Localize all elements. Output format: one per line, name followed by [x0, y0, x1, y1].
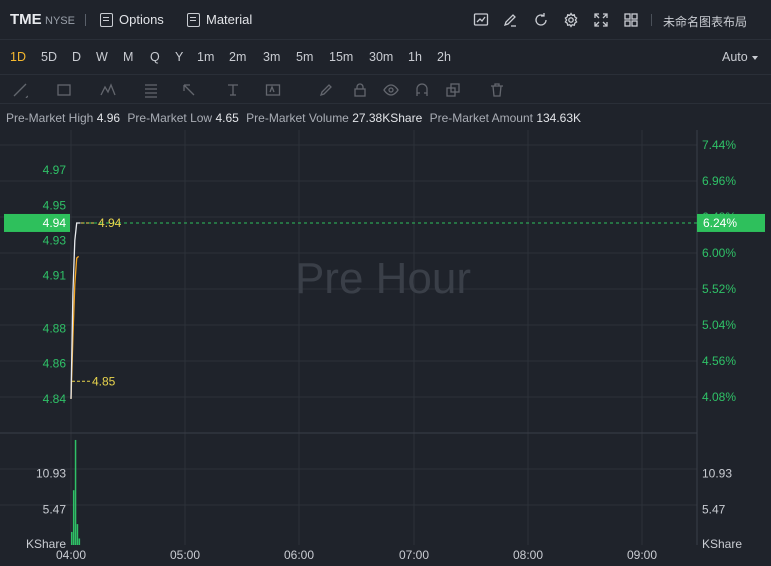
premarket-volume-label: Pre-Market Volume: [246, 111, 349, 125]
current-price-label: 4.94: [43, 216, 67, 230]
percent-tick-label: 5.04%: [702, 318, 736, 332]
premarket-high-value: 4.96: [96, 111, 121, 125]
price-tick-label: 4.97: [43, 163, 67, 177]
price-tick-label: 4.91: [43, 269, 67, 283]
timeframe-5d[interactable]: 5D: [41, 50, 57, 64]
price-tick-label: 4.95: [43, 198, 67, 212]
premarket-low-value: 4.65: [215, 111, 239, 125]
pencil-icon[interactable]: [318, 82, 334, 98]
chevron-down-icon: [751, 55, 758, 60]
auto-scale-dropdown[interactable]: Auto: [722, 50, 758, 64]
high-marker-label: 4.94: [98, 216, 122, 230]
chart-icon[interactable]: [473, 12, 489, 28]
timeframe-1m[interactable]: 1m: [197, 50, 214, 64]
current-percent-label: 6.24%: [703, 216, 737, 230]
layers-icon[interactable]: [445, 82, 461, 98]
volume-tick-label: 5.47: [43, 502, 67, 516]
percent-tick-label: 7.44%: [702, 138, 736, 152]
edit-icon[interactable]: [502, 12, 518, 28]
volume-tick-label: 10.93: [36, 467, 66, 481]
options-button[interactable]: Options: [100, 12, 164, 27]
volume-bar: [71, 531, 73, 545]
time-tick-label: 09:00: [627, 548, 657, 562]
options-icon: [100, 12, 113, 27]
text-tool-icon[interactable]: [265, 82, 281, 98]
timeframe-1h[interactable]: 1h: [408, 50, 422, 64]
fib-tool-icon[interactable]: [143, 82, 159, 98]
material-icon: [187, 12, 200, 27]
symbol-ticker[interactable]: TME: [10, 11, 42, 28]
watermark-text: Pre Hour: [295, 254, 471, 303]
material-button[interactable]: Material: [187, 12, 252, 27]
price-tick-label: 4.88: [43, 322, 67, 336]
premarket-amount-value: 134.63K: [536, 111, 582, 125]
layout-name-dropdown[interactable]: 未命名图表布局: [663, 13, 747, 30]
timeframe-y[interactable]: Y: [175, 50, 183, 64]
gear-icon[interactable]: [563, 12, 579, 28]
drawing-toolbar: [0, 74, 771, 104]
arrow-tool-icon[interactable]: [181, 82, 197, 98]
timeframe-3m[interactable]: 3m: [263, 50, 280, 64]
refresh-icon[interactable]: [533, 12, 549, 28]
line-tool-icon[interactable]: [12, 82, 29, 99]
eye-icon[interactable]: [383, 82, 399, 98]
chart-canvas[interactable]: Pre Hour 4.97 4.95 4.93 4.91 4.88 4.86 4.84 7.44…: [0, 130, 771, 566]
timeframe-w[interactable]: W: [96, 50, 108, 64]
percent-tick-label: 6.00%: [702, 246, 736, 260]
premarket-info: Pre-Market High 4.96 Pre-Market Low 4.65…: [6, 111, 585, 125]
timeframe-1d[interactable]: 1D: [10, 50, 26, 64]
lock-icon[interactable]: [352, 82, 368, 98]
premarket-high-label: Pre-Market High: [6, 111, 94, 125]
volume-bar: [74, 439, 77, 545]
timeframe-bar: 1D 5D D W M Q Y 1m 2m 3m 5m 15m 30m 1h 2…: [0, 41, 771, 73]
volume-tick-label-right: 10.93: [702, 467, 732, 481]
premarket-volume-value: 27.38KShare: [352, 111, 423, 125]
top-bar: TME NYSE Options Material 未命名图表布局: [0, 0, 771, 40]
timeframe-m[interactable]: M: [123, 50, 133, 64]
timeframe-2h[interactable]: 2h: [437, 50, 451, 64]
percent-tick-label: 5.52%: [702, 282, 736, 296]
time-tick-label: 06:00: [284, 548, 314, 562]
time-tick-label: 07:00: [399, 548, 429, 562]
volume-bar: [76, 524, 79, 545]
timeframe-15m[interactable]: 15m: [329, 50, 353, 64]
price-tick-label: 4.93: [43, 234, 67, 248]
divider: [85, 14, 86, 26]
volume-unit-label-right: KShare: [702, 537, 742, 551]
percent-tick-label: 4.08%: [702, 390, 736, 404]
pattern-tool-icon[interactable]: [100, 82, 116, 98]
options-label: Options: [119, 12, 164, 27]
time-tick-label: 05:00: [170, 548, 200, 562]
fullscreen-icon[interactable]: [593, 12, 609, 28]
measure-tool-icon[interactable]: [225, 82, 241, 98]
divider: [651, 14, 652, 26]
volume-bar: [78, 538, 81, 545]
material-label: Material: [206, 12, 253, 27]
percent-tick-label: 4.56%: [702, 354, 736, 368]
price-tick-label: 4.86: [43, 357, 67, 371]
timeframe-5m[interactable]: 5m: [296, 50, 313, 64]
magnet-icon[interactable]: [414, 82, 430, 98]
volume-tick-label-right: 5.47: [702, 502, 726, 516]
timeframe-30m[interactable]: 30m: [369, 50, 393, 64]
auto-label: Auto: [722, 50, 748, 64]
timeframe-d[interactable]: D: [72, 50, 81, 64]
time-tick-label: 08:00: [513, 548, 543, 562]
time-tick-label: 04:00: [56, 548, 86, 562]
rect-tool-icon[interactable]: [56, 82, 72, 98]
timeframe-q[interactable]: Q: [150, 50, 160, 64]
trash-icon[interactable]: [489, 82, 505, 98]
price-chart[interactable]: Pre Hour 4.97 4.95 4.93 4.91 4.88 4.86 4.84 7.44…: [0, 130, 771, 566]
price-tick-label: 4.84: [43, 392, 67, 406]
exchange-label: NYSE: [45, 15, 75, 27]
grid-layout-icon[interactable]: [623, 12, 639, 28]
volume-bar: [72, 490, 75, 545]
premarket-amount-label: Pre-Market Amount: [429, 111, 533, 125]
percent-tick-label: 6.96%: [702, 174, 736, 188]
timeframe-2m[interactable]: 2m: [229, 50, 246, 64]
premarket-low-label: Pre-Market Low: [127, 111, 213, 125]
low-marker-label: 4.85: [92, 374, 116, 388]
